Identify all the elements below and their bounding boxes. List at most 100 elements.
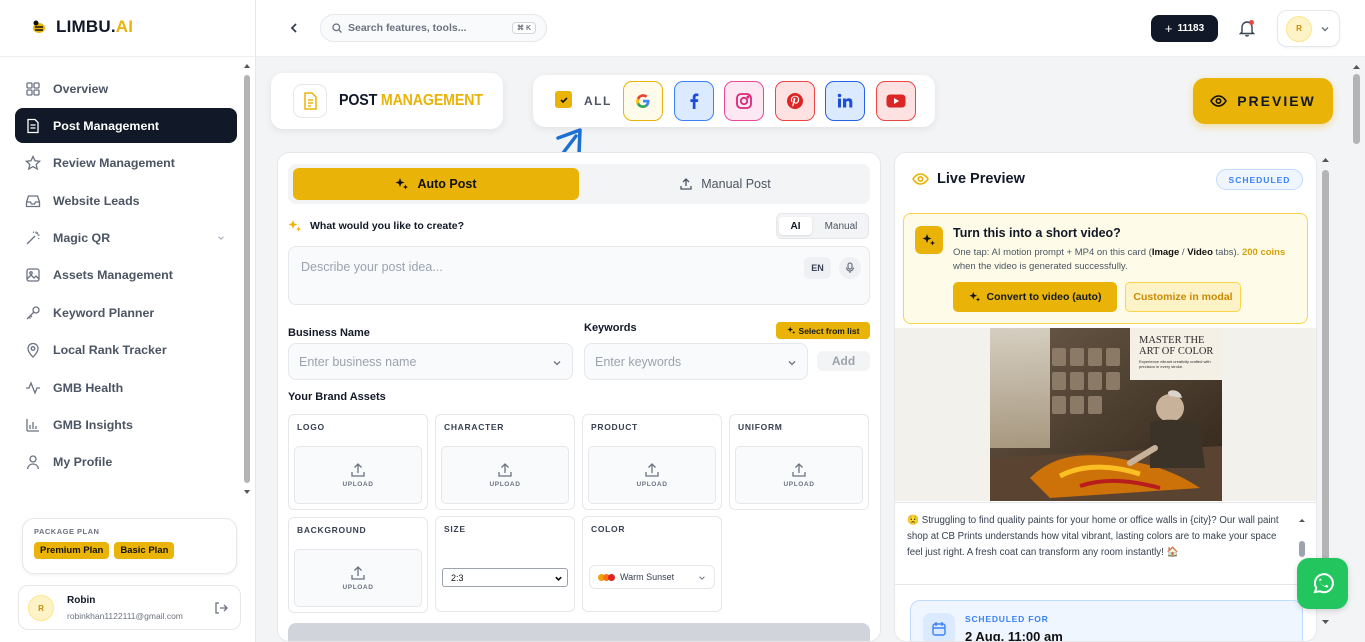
notification-dot xyxy=(1249,20,1254,25)
select-from-list-button[interactable]: Select from list xyxy=(776,322,870,339)
brand-name-accent: AI xyxy=(115,17,134,36)
whatsapp-button[interactable] xyxy=(1297,558,1348,609)
upload-icon xyxy=(680,178,692,190)
eye-icon xyxy=(912,173,929,185)
chevron-left-icon xyxy=(290,23,297,33)
search-shortcut: ⌘ K xyxy=(512,22,536,34)
asset-label: LOGO xyxy=(297,422,325,432)
plus-icon: + xyxy=(1164,21,1173,36)
brand-name: LIMBU. xyxy=(56,17,116,36)
platform-linkedin[interactable] xyxy=(825,81,865,121)
keywords-label: Keywords xyxy=(584,322,637,334)
tab-auto-post[interactable]: Auto Post xyxy=(293,168,579,200)
tab-manual-post-label: Manual Post xyxy=(701,177,771,191)
form-scrollbar[interactable] xyxy=(883,152,891,642)
microphone-button[interactable] xyxy=(839,257,861,279)
customize-in-modal-button[interactable]: Customize in modal xyxy=(1125,282,1241,312)
live-preview-panel: Live Preview SCHEDULED Turn this into a … xyxy=(894,152,1317,642)
sidebar-divider xyxy=(0,56,256,57)
sparkles-icon xyxy=(288,220,301,232)
upload-uniform-button[interactable]: UPLOAD xyxy=(735,446,863,504)
user-icon xyxy=(26,455,40,470)
keywords-input[interactable]: Enter keywords xyxy=(584,343,808,380)
asset-card-uniform: UNIFORM UPLOAD xyxy=(729,414,869,510)
sidebar-item-label: Review Management xyxy=(53,156,175,171)
scheduled-for-value: 2 Aug, 11:00 am xyxy=(965,629,1063,642)
platform-youtube[interactable] xyxy=(876,81,916,121)
generate-button[interactable] xyxy=(288,623,870,641)
coins-button[interactable]: + 11183 xyxy=(1151,15,1218,42)
platform-pinterest[interactable] xyxy=(775,81,815,121)
sidebar-item-label: GMB Insights xyxy=(53,418,133,433)
map-pin-icon xyxy=(27,343,39,359)
convert-to-video-button[interactable]: Convert to video (auto) xyxy=(953,282,1117,312)
generation-mode-toggle: AI Manual xyxy=(776,213,869,239)
video-desc-image: Image xyxy=(1151,247,1180,258)
sidebar-item-assets-management[interactable]: Assets Management xyxy=(15,258,237,293)
sidebar-item-local-rank-tracker[interactable]: Local Rank Tracker xyxy=(15,333,237,368)
sidebar-item-gmb-insights[interactable]: GMB Insights xyxy=(15,408,237,443)
upload-background-button[interactable]: UPLOAD xyxy=(294,549,422,607)
asset-label: CHARACTER xyxy=(444,422,505,432)
video-desc-part1: One tap: AI motion prompt + MP4 on this … xyxy=(953,247,1152,258)
post-image[interactable]: MASTER THE ART OF COLOR Experience vibra… xyxy=(990,328,1222,501)
tab-manual-post[interactable]: Manual Post xyxy=(584,168,866,200)
size-label: SIZE xyxy=(444,524,466,534)
sparkles-icon xyxy=(395,178,409,190)
color-palette-select[interactable]: Warm Sunset xyxy=(589,565,715,589)
user-card[interactable]: R Robin robinkhan1122111@gmail.com xyxy=(18,585,241,630)
caption-text: 😟 Struggling to find quality paints for … xyxy=(907,515,1279,558)
language-button[interactable]: EN xyxy=(804,257,831,279)
search-input[interactable]: Search features, tools... ⌘ K xyxy=(320,14,547,42)
page-scrollbar[interactable] xyxy=(1352,62,1361,150)
upload-label: UPLOAD xyxy=(489,481,521,488)
brand-logo[interactable]: LIMBU.AI xyxy=(30,17,133,37)
size-select[interactable]: 2:3 xyxy=(442,568,568,587)
document-icon xyxy=(27,118,39,134)
chevron-down-icon xyxy=(218,236,224,240)
select-all-checkbox[interactable] xyxy=(555,91,572,108)
asset-label: UNIFORM xyxy=(738,422,783,432)
sidebar-item-overview[interactable]: Overview xyxy=(15,71,237,106)
sidebar-item-gmb-health[interactable]: GMB Health xyxy=(15,370,237,405)
upload-character-button[interactable]: UPLOAD xyxy=(441,446,569,504)
platform-instagram[interactable] xyxy=(724,81,764,121)
sidebar-item-magic-qr[interactable]: Magic QR xyxy=(15,221,237,256)
business-name-input[interactable]: Enter business name xyxy=(288,343,573,380)
notifications-button[interactable] xyxy=(1229,12,1265,44)
convert-to-video-label: Convert to video (auto) xyxy=(986,291,1102,303)
platform-selector: ALL xyxy=(533,75,935,127)
sidebar-item-my-profile[interactable]: My Profile xyxy=(15,445,237,480)
sidebar-item-keyword-planner[interactable]: Keyword Planner xyxy=(15,295,237,330)
post-idea-textarea[interactable]: Describe your post idea... EN xyxy=(288,246,870,305)
sidebar-item-label: Assets Management xyxy=(53,268,173,283)
scheduled-for-label: SCHEDULED FOR xyxy=(965,614,1049,624)
platform-facebook[interactable] xyxy=(674,81,714,121)
video-card-description: One tap: AI motion prompt + MP4 on this … xyxy=(953,246,1301,274)
preview-button[interactable]: PREVIEW xyxy=(1193,78,1333,124)
mode-manual[interactable]: Manual xyxy=(815,217,867,235)
logout-icon[interactable] xyxy=(214,601,228,615)
sidebar-item-website-leads[interactable]: Website Leads xyxy=(15,183,237,218)
upload-label: UPLOAD xyxy=(342,584,374,591)
chevron-down-icon xyxy=(553,361,561,366)
sidebar: LIMBU.AI Overview Post Management Review M… xyxy=(0,0,256,642)
profile-menu[interactable]: R xyxy=(1277,10,1340,47)
pinterest-icon xyxy=(787,93,803,109)
check-icon xyxy=(559,96,568,103)
upload-icon xyxy=(351,566,365,580)
sidebar-item-label: Magic QR xyxy=(53,231,111,246)
business-name-placeholder: Enter business name xyxy=(299,354,417,369)
platform-google[interactable] xyxy=(623,81,663,121)
bar-chart-icon xyxy=(26,419,39,432)
sidebar-scrollbar[interactable] xyxy=(243,62,251,498)
inbox-icon xyxy=(25,195,41,207)
add-keyword-button[interactable]: Add xyxy=(817,351,870,371)
upload-logo-button[interactable]: UPLOAD xyxy=(294,446,422,504)
sidebar-item-review-management[interactable]: Review Management xyxy=(15,146,237,181)
upload-product-button[interactable]: UPLOAD xyxy=(588,446,716,504)
mode-ai[interactable]: AI xyxy=(779,217,812,235)
back-button[interactable] xyxy=(280,14,308,42)
sidebar-item-post-management[interactable]: Post Management xyxy=(15,108,237,144)
asset-card-product: PRODUCT UPLOAD xyxy=(582,414,722,510)
